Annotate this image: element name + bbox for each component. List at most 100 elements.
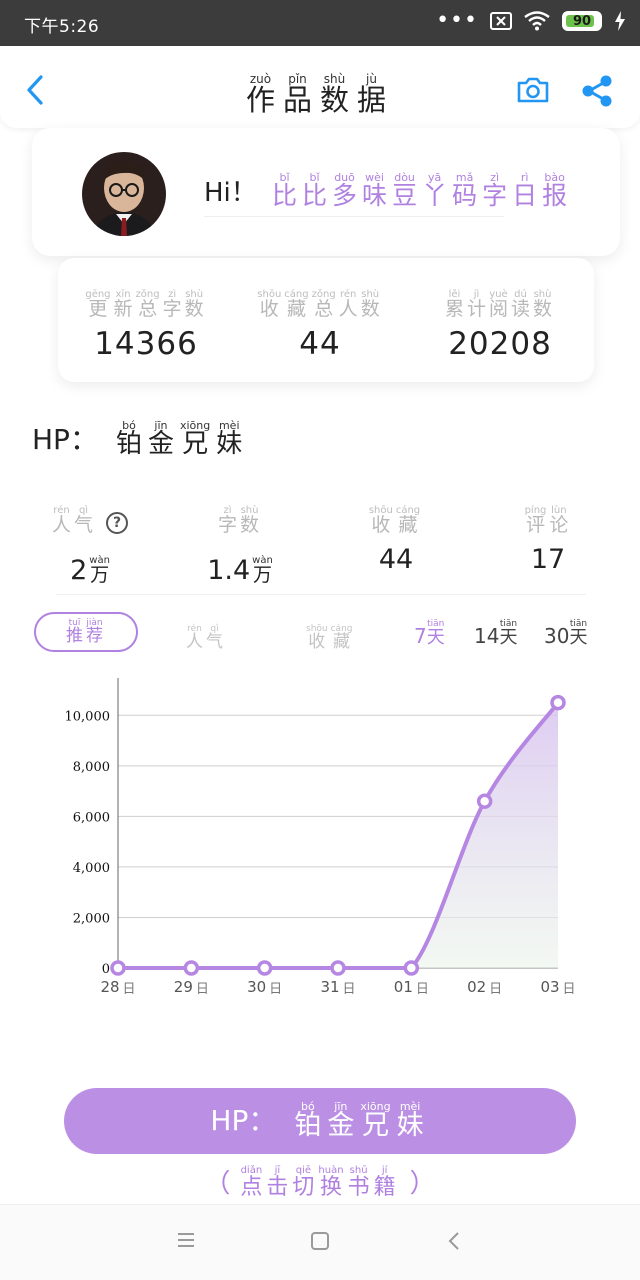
menu-icon <box>178 1233 194 1247</box>
book-title-char: bó 铂 <box>116 420 142 458</box>
tab-favorites[interactable]: shōu 收 cáng 藏 <box>306 616 356 652</box>
range-7-unit-hanzi: 天 <box>426 627 445 648</box>
nav-back-button[interactable] <box>446 1231 462 1255</box>
chart-tabs: tuī 推 jiàn 荐 rén 人 qì 气 shōu 收 cáng 藏 7 tiān 天 14 … <box>0 610 640 658</box>
switch-hint-text-char: shū 书 <box>347 1166 370 1200</box>
tab-recommend-label-char: tuī 推 <box>66 618 83 646</box>
book-title-hanzi: 金 <box>147 429 174 459</box>
hint-close-paren: ） <box>409 1169 436 1200</box>
stat-total-words-label-char: zǒng 总 <box>136 290 160 320</box>
tab-popularity-label-char: qì 气 <box>206 625 223 652</box>
metric-popularity-label-hanzi: 气 <box>74 514 94 536</box>
metrics-divider <box>56 594 586 595</box>
author-name-text-char: bǐ 比 <box>302 172 327 209</box>
author-name-text-char: duō 多 <box>332 172 357 209</box>
metric-comments: píng 评 lùn 论 17 <box>488 498 608 575</box>
page-title-text-char: pǐn 品 <box>283 73 312 115</box>
stat-total-words-label-char: zì 字 <box>163 290 182 320</box>
author-name-text-hanzi: 比 <box>272 181 298 210</box>
data-point <box>476 793 493 809</box>
sim-off-icon <box>490 12 512 30</box>
switch-hint[interactable]: （ diǎn 点 jī 击 qiē 切 huàn 换 shū 书 jí 籍 ） <box>0 1166 640 1200</box>
x-tick-suffix: 日 <box>489 982 502 997</box>
x-tick-label: 03 <box>540 978 559 996</box>
switch-hint-text-char: huàn 换 <box>318 1166 343 1200</box>
stat-total-words-label-hanzi: 字 <box>162 298 182 320</box>
page-title-text-char: jù 据 <box>357 73 386 115</box>
range-7-days[interactable]: 7 tiān 天 <box>414 620 445 648</box>
range-30-days[interactable]: 30 tiān 天 <box>544 620 587 648</box>
metric-word-count-label: zì 字 shù 数 <box>218 506 262 536</box>
metric-comments-label-char: lùn 论 <box>549 506 568 536</box>
greeting-divider <box>204 216 504 217</box>
share-icon <box>582 75 612 107</box>
switch-hint-text-char: diǎn 点 <box>240 1166 262 1200</box>
y-tick-label: 10,000 <box>65 709 111 724</box>
page-title-text: zuò 作 pǐn 品 shù 数 jù 据 <box>246 73 394 115</box>
y-tick-label: 6,000 <box>73 810 110 825</box>
y-tick-label: 4,000 <box>73 861 110 876</box>
author-name: bǐ 比 bǐ 比 duō 多 wèi 味 dòu 豆 yā 丫 mǎ 码 zì 字 rì 日 bào 报 <box>272 166 572 209</box>
avatar-image <box>82 152 166 236</box>
range-14-unit: tiān 天 <box>499 620 517 648</box>
hint-open-paren: （ <box>204 1169 231 1200</box>
tab-popularity[interactable]: rén 人 qì 气 <box>186 616 226 652</box>
tab-favorites-label-hanzi: 藏 <box>333 632 351 652</box>
battery-text: 90 <box>572 13 592 29</box>
stat-total-favorites-label-hanzi: 人 <box>338 298 358 320</box>
author-name-text-hanzi: 码 <box>452 181 478 210</box>
author-name-text-hanzi: 丫 <box>422 181 448 210</box>
stat-total-reads-label-hanzi: 累 <box>444 298 464 320</box>
stat-total-reads-label-hanzi: 数 <box>533 298 553 320</box>
tab-recommend-label-hanzi: 荐 <box>86 625 103 646</box>
metric-popularity-unit-char: wàn 万 <box>89 555 110 586</box>
menu-button[interactable] <box>176 1231 196 1253</box>
x-tick-label: 01 <box>394 978 413 996</box>
status-time: 下午5:26 <box>24 17 100 37</box>
book-title-char: jīn 金 <box>148 420 174 458</box>
profile-card: Hi！ bǐ 比 bǐ 比 duō 多 wèi 味 dòu 豆 yā 丫 mǎ 码 zì 字 rì 日 bào 报 <box>32 128 620 256</box>
camera-button[interactable] <box>516 76 550 108</box>
stat-total-favorites-label-char: rén 人 <box>339 290 358 320</box>
switch-book-title-hanzi: 兄 <box>361 1110 389 1142</box>
back-triangle-icon <box>448 1232 459 1250</box>
home-button[interactable] <box>310 1231 330 1255</box>
switch-book-button[interactable]: HP： bó 铂 jīn 金 xiōng 兄 mèi 妹 <box>64 1088 576 1154</box>
switch-book-title-hanzi: 妹 <box>396 1110 424 1142</box>
stat-total-reads-label-hanzi: 阅 <box>488 298 508 320</box>
help-icon[interactable]: ? <box>106 511 129 534</box>
metric-favorites-label-hanzi: 藏 <box>398 514 418 536</box>
metric-comments-label-hanzi: 论 <box>549 514 569 536</box>
tab-popularity-label-char: rén 人 <box>186 625 203 652</box>
tab-recommend[interactable]: tuī 推 jiàn 荐 <box>34 612 138 652</box>
stat-total-words-label-hanzi: 数 <box>184 298 204 320</box>
switch-hint-text-hanzi: 籍 <box>373 1175 396 1200</box>
avatar[interactable] <box>82 152 166 236</box>
author-name-text-char: bào 报 <box>542 172 567 209</box>
switch-hint-text-hanzi: 击 <box>266 1175 289 1200</box>
x-tick-label: 02 <box>467 978 486 996</box>
tab-favorites-label: shōu 收 cáng 藏 <box>306 625 356 652</box>
stat-total-favorites-label-char: shù 数 <box>361 290 380 320</box>
tab-popularity-label: rén 人 qì 气 <box>186 625 226 652</box>
range-14-days[interactable]: 14 tiān 天 <box>474 620 517 648</box>
wifi-icon <box>524 11 550 31</box>
metric-word-count-unit: wàn 万 <box>252 555 273 586</box>
author-name-text-hanzi: 多 <box>332 181 358 210</box>
switch-hint-text-hanzi: 切 <box>292 1175 315 1200</box>
book-metrics: rén 人 qì 气 ? 2 wàn 万 zì 字 shù 数 1.4 wàn 万 shōu 收 c… <box>0 498 640 586</box>
switch-hint-text-hanzi: 书 <box>347 1175 370 1200</box>
stat-total-favorites-label-char: cáng 藏 <box>284 290 308 320</box>
author-name-text-hanzi: 味 <box>362 181 388 210</box>
switch-hint-text-char: qiē 切 <box>292 1166 315 1200</box>
stat-total-words-label-hanzi: 总 <box>138 298 158 320</box>
app-header: zuò 作 pǐn 品 shù 数 jù 据 <box>0 46 640 128</box>
camera-icon <box>517 77 549 103</box>
share-button[interactable] <box>580 74 614 112</box>
tab-favorites-label-hanzi: 收 <box>308 632 326 652</box>
system-nav-bar <box>0 1204 640 1280</box>
metric-favorites-label-char: shōu 收 <box>369 506 393 536</box>
book-prefix: HP： <box>32 423 98 457</box>
x-tick-suffix: 日 <box>122 982 135 997</box>
stat-total-words-label-char: gēng 更 <box>85 290 110 320</box>
